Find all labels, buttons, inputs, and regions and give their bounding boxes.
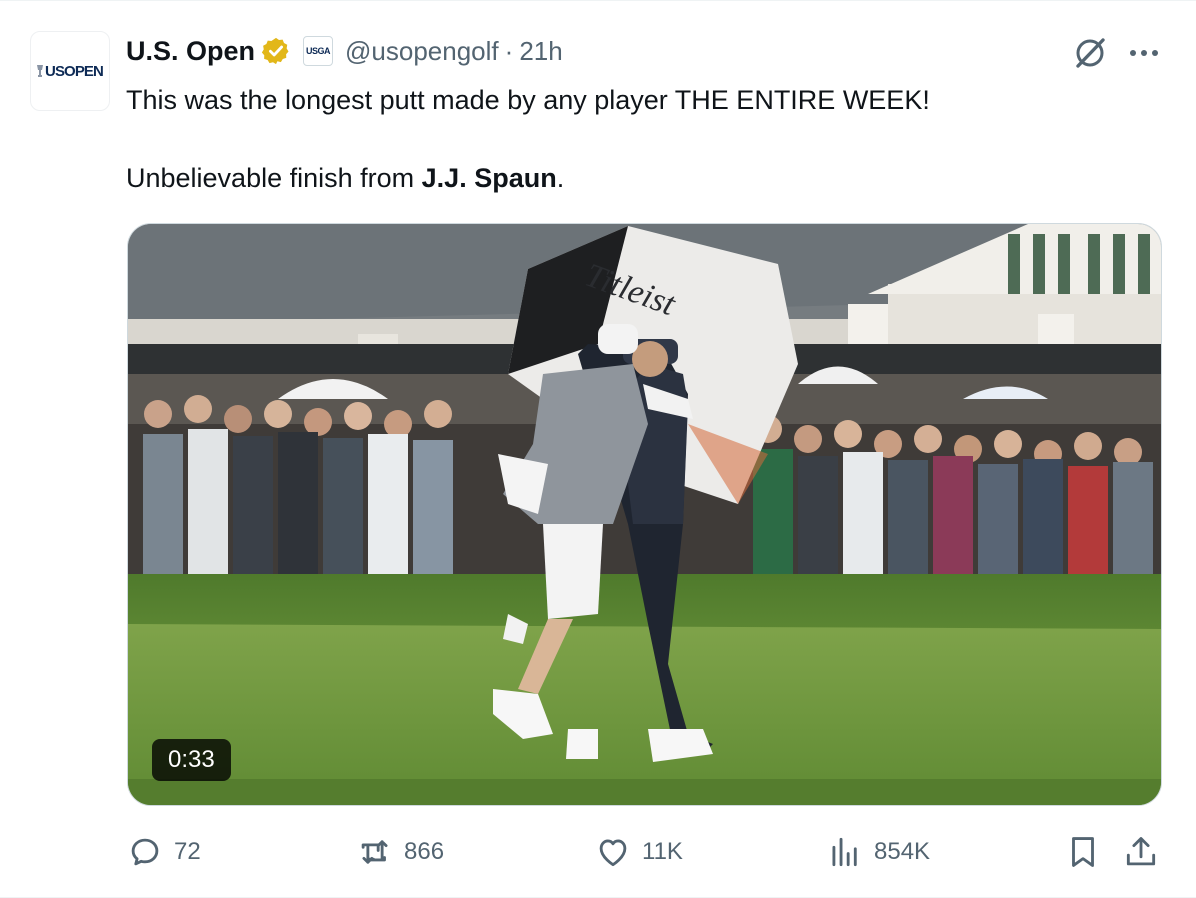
player-name: J.J. Spaun [421, 163, 557, 193]
like-icon [599, 839, 627, 867]
video-frame: Titleist [128, 224, 1161, 805]
like-button[interactable]: 11K [594, 827, 683, 877]
trophy-icon [37, 65, 44, 77]
action-bar: 72 866 11K 854K [0, 827, 1196, 877]
share-icon [1126, 837, 1156, 866]
video-duration: 0:33 [152, 739, 231, 781]
repost-button[interactable]: 866 [356, 827, 444, 877]
tweet-text: This was the longest putt made by any pl… [126, 81, 1166, 197]
tweet-header: U.S. Open USGA @usopengolf · 21h [126, 31, 563, 71]
header-separator: · [504, 35, 514, 66]
author-handle[interactable]: @usopengolf [345, 36, 499, 67]
reply-icon [131, 838, 159, 866]
reply-button[interactable]: 72 [126, 827, 201, 877]
avatar-logo-text: USOPEN [45, 62, 104, 80]
bookmark-button[interactable] [1064, 827, 1102, 877]
author-name[interactable]: U.S. Open [126, 36, 255, 67]
reply-count: 72 [174, 838, 201, 865]
video-player[interactable]: Titleist 0:33 [127, 223, 1162, 806]
views-button[interactable]: 854K [826, 827, 930, 877]
usga-affiliation-badge[interactable]: USGA [303, 36, 334, 66]
views-icon [832, 837, 857, 867]
tweet-timestamp[interactable]: 21h [519, 36, 562, 67]
usopen-logo: USOPEN [37, 62, 104, 80]
grok-icon[interactable] [1072, 35, 1108, 71]
repost-icon [361, 840, 388, 864]
verified-badge-icon[interactable] [261, 36, 291, 66]
tweet-text-line-1: This was the longest putt made by any pl… [126, 85, 930, 115]
tweet-card[interactable]: USOPEN U.S. Open USGA @usopengolf · 21h … [0, 0, 1196, 898]
share-button[interactable] [1122, 827, 1160, 877]
tweet-text-line-2: Unbelievable finish from J.J. Spaun. [126, 159, 1166, 197]
more-icon[interactable] [1124, 35, 1164, 71]
repost-count: 866 [404, 838, 445, 865]
tweet-text-prefix: Unbelievable finish from [126, 163, 422, 193]
like-count: 11K [642, 838, 683, 865]
view-count: 854K [874, 838, 931, 865]
avatar[interactable]: USOPEN [30, 31, 110, 111]
tweet-text-suffix: . [556, 163, 565, 193]
bookmark-icon [1072, 837, 1094, 867]
